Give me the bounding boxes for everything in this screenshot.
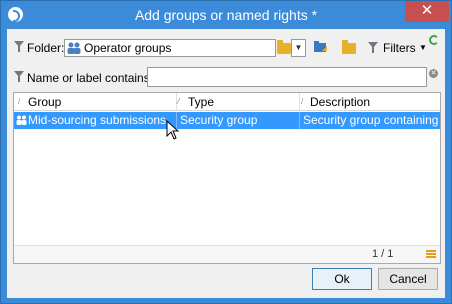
cell-group: Mid-sourcing submissions <box>28 113 167 127</box>
grid-header: / Group ⁄ Type / Description <box>14 93 440 111</box>
refresh-icon[interactable] <box>429 35 439 45</box>
filters-icon[interactable] <box>368 42 378 53</box>
cell-type: Security group <box>180 113 258 127</box>
folder-field[interactable]: Operator groups <box>64 39 276 57</box>
ok-button[interactable]: Ok <box>312 268 372 290</box>
dialog-body: Folder: Operator groups ▼ Filters ▼ Name… <box>7 29 445 298</box>
filters-caret-icon[interactable]: ▼ <box>419 43 427 52</box>
folder-tree-icon[interactable] <box>313 39 329 55</box>
mouse-pointer-icon <box>166 120 180 140</box>
sort-description-icon: / <box>301 97 304 106</box>
filters-label[interactable]: Filters <box>383 41 416 55</box>
open-folder-icon[interactable] <box>342 40 356 54</box>
column-header-description[interactable]: Description <box>310 95 370 109</box>
sort-marker-icon: / <box>18 97 21 106</box>
folder-dropdown-button[interactable]: ▼ <box>291 39 306 57</box>
cancel-button[interactable]: Cancel <box>378 268 438 290</box>
table-row[interactable]: Mid-sourcing submissions Security group … <box>14 112 440 129</box>
name-filter-icon <box>14 71 24 82</box>
search-label: Name or label contains: <box>27 71 154 85</box>
column-header-type[interactable]: Type <box>188 95 214 109</box>
groups-grid: / Group ⁄ Type / Description Mid-sourcin… <box>13 92 441 264</box>
cell-separator <box>299 112 300 129</box>
window-title: Add groups or named rights * <box>134 7 318 23</box>
title-bar: Add groups or named rights * ✕ <box>1 1 451 29</box>
filter-icon <box>14 41 24 52</box>
folder-browse-icon[interactable] <box>277 40 291 54</box>
folder-value: Operator groups <box>84 41 172 55</box>
cell-description: Security group containing rig. <box>303 113 439 127</box>
group-row-icon <box>16 115 27 125</box>
folder-label: Folder: <box>27 41 65 55</box>
column-separator[interactable] <box>299 93 300 110</box>
column-separator[interactable] <box>176 93 177 110</box>
operator-group-icon <box>67 42 81 54</box>
grid-menu-icon[interactable] <box>426 250 436 259</box>
name-search-input[interactable] <box>147 67 427 87</box>
grid-footer: 1 / 1 <box>14 245 440 263</box>
clear-search-icon[interactable]: ✕ <box>429 69 438 78</box>
close-button[interactable]: ✕ <box>405 1 449 22</box>
sort-type-icon: ⁄ <box>178 97 180 106</box>
column-header-group[interactable]: Group <box>28 95 61 109</box>
dialog-window: Add groups or named rights * ✕ Folder: O… <box>0 0 452 304</box>
page-indicator: 1 / 1 <box>372 248 394 260</box>
